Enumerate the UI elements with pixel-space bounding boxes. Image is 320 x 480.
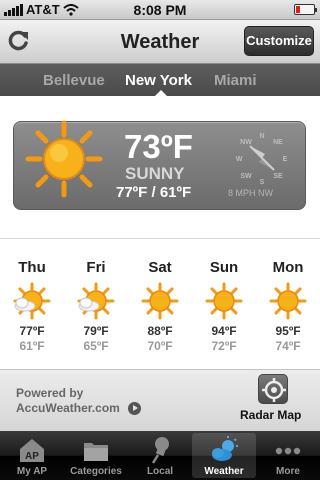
forecast-high: 95ºF xyxy=(275,324,301,338)
accuweather-link[interactable]: AccuWeather.com xyxy=(16,401,120,415)
battery-icon xyxy=(294,4,317,15)
wind-speed: 8 MPH NW xyxy=(228,188,273,198)
compass-label-w: W xyxy=(236,156,243,163)
sunny-icon xyxy=(269,282,307,320)
forecast-day: Thu 77ºF 61ºF xyxy=(0,239,64,353)
more-dots-icon xyxy=(275,447,301,455)
compass-label-n: N xyxy=(259,133,264,140)
wind-compass-icon: N NE E SE S SW W NW xyxy=(236,133,288,186)
sunny-icon xyxy=(141,282,179,320)
five-day-forecast: Thu 77ºF 61ºF Fri 79ºF 65ºF Sat 88ºF 70ºF Sun 94ºF… xyxy=(0,239,320,369)
folder-icon xyxy=(84,443,108,461)
navigation-bar: Weather Customize xyxy=(0,20,320,64)
customize-button[interactable]: Customize xyxy=(244,26,314,56)
tab-weather[interactable]: Weather xyxy=(192,433,256,478)
svg-text:AP: AP xyxy=(25,451,39,462)
current-temperature: 73ºF xyxy=(124,128,193,165)
current-condition: SUNNY xyxy=(125,164,185,183)
pushpin-icon xyxy=(151,437,169,464)
compass-label-ne: NE xyxy=(273,139,283,146)
tab-local[interactable]: Local xyxy=(128,433,192,478)
tab-more[interactable]: More xyxy=(256,433,320,478)
status-time: 8:08 PM xyxy=(133,2,187,18)
forecast-day-name: Sun xyxy=(209,259,239,276)
forecast-low: 70ºF xyxy=(147,339,173,353)
tab-label: My AP xyxy=(16,466,48,477)
forecast-day: Sat 88ºF 70ºF xyxy=(128,239,192,353)
sunny-icon xyxy=(205,282,243,320)
forecast-high: 77ºF xyxy=(19,324,45,338)
footer: Powered by AccuWeather.com Radar Map xyxy=(0,369,320,431)
tab-label: Weather xyxy=(204,466,244,477)
forecast-low: 74ºF xyxy=(275,339,301,353)
compass-label-sw: SW xyxy=(240,173,252,180)
forecast-day-name: Mon xyxy=(272,259,304,276)
current-conditions-card: 73ºF SUNNY 77ºF / 61ºF N NE E SE S SW W … xyxy=(13,120,306,210)
compass-label-s: S xyxy=(260,179,265,186)
city-tab-bellevue[interactable]: Bellevue xyxy=(43,72,105,89)
forecast-low: 61ºF xyxy=(19,339,45,353)
forecast-day: Mon 95ºF 74ºF xyxy=(256,239,320,353)
forecast-high: 94ºF xyxy=(211,324,237,338)
status-bar: AT&T 8:08 PM xyxy=(0,0,320,20)
forecast-low: 65ºF xyxy=(83,339,109,353)
weather-icon xyxy=(212,436,238,461)
forecast-day: Fri 79ºF 65ºF xyxy=(64,239,128,353)
forecast-day-name: Sat xyxy=(148,259,172,276)
play-arrow-icon[interactable] xyxy=(128,402,141,415)
ap-icon: AP xyxy=(20,439,44,462)
forecast-high: 79ºF xyxy=(83,324,109,338)
high-low-temperature: 77ºF / 61ºF xyxy=(116,184,192,201)
tab-categories[interactable]: Categories xyxy=(64,433,128,478)
partly-sunny-icon xyxy=(13,282,51,320)
tab-label: Categories xyxy=(70,466,122,477)
radar-map-button[interactable] xyxy=(258,374,288,404)
city-tab-miami[interactable]: Miami xyxy=(214,72,257,89)
powered-by-label: Powered by xyxy=(16,386,84,400)
compass-label-e: E xyxy=(283,156,288,163)
partly-sunny-icon xyxy=(77,282,115,320)
forecast-low: 72ºF xyxy=(211,339,237,353)
forecast-day-name: Thu xyxy=(18,259,46,276)
forecast-day: Sun 94ºF 72ºF xyxy=(192,239,256,353)
forecast-high: 88ºF xyxy=(147,324,173,338)
sunny-icon xyxy=(25,120,103,198)
compass-label-se: SE xyxy=(273,173,283,180)
active-city-pointer xyxy=(154,90,168,97)
tab-label: More xyxy=(276,466,300,477)
city-tab-new-york[interactable]: New York xyxy=(125,72,192,89)
tab-my-ap[interactable]: AP My AP xyxy=(0,433,64,478)
compass-label-nw: NW xyxy=(240,139,252,146)
tab-label: Local xyxy=(146,466,174,477)
crosshair-icon xyxy=(262,378,286,402)
radar-map-label[interactable]: Radar Map xyxy=(240,408,301,422)
forecast-day-name: Fri xyxy=(86,259,106,276)
tab-bar: AP My AP Categories Local Weather More xyxy=(0,431,320,480)
